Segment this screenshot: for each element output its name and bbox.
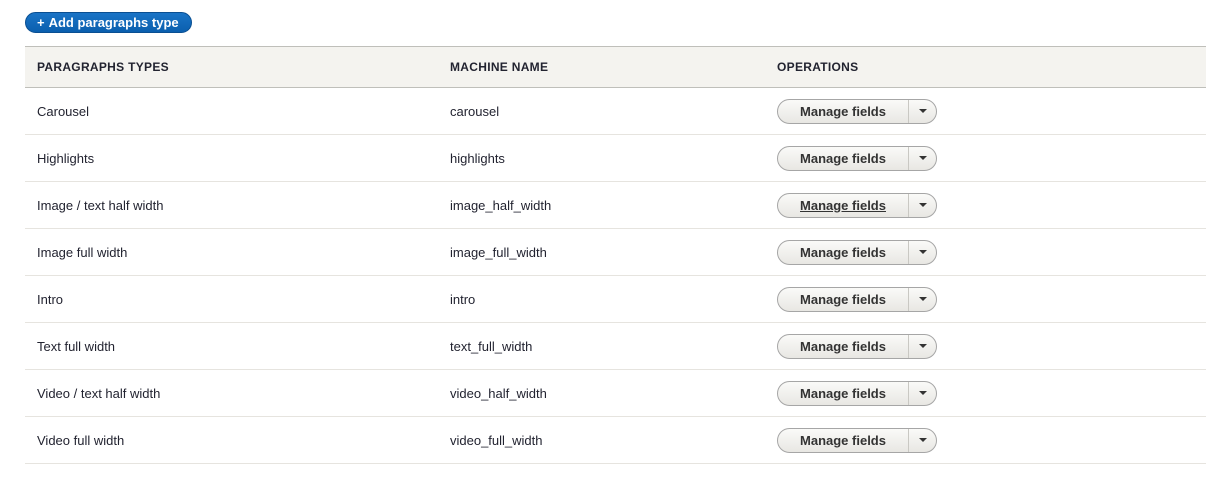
chevron-down-icon (918, 438, 927, 442)
paragraph-type-name: Image full width (25, 228, 438, 276)
chevron-down-icon (918, 109, 927, 113)
paragraph-type-name: Intro (25, 275, 438, 323)
operations-cell: Manage fields (765, 181, 1206, 229)
table-row: Intro intro Manage fields (25, 275, 1206, 323)
header-operations: OPERATIONS (765, 46, 1206, 88)
operations-dropbutton: Manage fields (777, 192, 937, 218)
machine-name: intro (438, 275, 765, 323)
machine-name: carousel (438, 87, 765, 135)
add-paragraphs-type-label: Add paragraphs type (48, 15, 179, 30)
machine-name: highlights (438, 134, 765, 182)
manage-fields-button[interactable]: Manage fields (778, 428, 909, 452)
operations-toggle[interactable] (909, 382, 936, 405)
header-machine-name: MACHINE NAME (438, 46, 765, 88)
table-row: Carousel carousel Manage fields (25, 87, 1206, 135)
operations-dropbutton: Manage fields (777, 380, 937, 406)
paragraph-type-name: Video / text half width (25, 369, 438, 417)
paragraph-type-name: Carousel (25, 87, 438, 135)
operations-toggle[interactable] (909, 335, 936, 358)
manage-fields-button[interactable]: Manage fields (778, 334, 909, 358)
paragraphs-types-page: + Add paragraphs type PARAGRAPHS TYPES M… (0, 0, 1223, 485)
manage-fields-button[interactable]: Manage fields (778, 193, 909, 217)
paragraph-type-name: Image / text half width (25, 181, 438, 229)
operations-cell: Manage fields (765, 228, 1206, 276)
chevron-down-icon (918, 297, 927, 301)
machine-name: text_full_width (438, 322, 765, 370)
operations-toggle[interactable] (909, 241, 936, 264)
plus-icon: + (37, 15, 45, 30)
paragraph-type-name: Text full width (25, 322, 438, 370)
operations-dropbutton: Manage fields (777, 98, 937, 124)
operations-dropbutton: Manage fields (777, 333, 937, 359)
chevron-down-icon (918, 156, 927, 160)
table-row: Image / text half width image_half_width… (25, 181, 1206, 229)
operations-dropbutton: Manage fields (777, 427, 937, 453)
paragraph-type-name: Video full width (25, 416, 438, 464)
operations-toggle[interactable] (909, 147, 936, 170)
operations-toggle[interactable] (909, 288, 936, 311)
table-header-row: PARAGRAPHS TYPES MACHINE NAME OPERATIONS (25, 46, 1206, 88)
manage-fields-button[interactable]: Manage fields (778, 99, 909, 123)
operations-cell: Manage fields (765, 416, 1206, 464)
chevron-down-icon (918, 250, 927, 254)
operations-cell: Manage fields (765, 134, 1206, 182)
operations-cell: Manage fields (765, 369, 1206, 417)
manage-fields-button[interactable]: Manage fields (778, 287, 909, 311)
manage-fields-button[interactable]: Manage fields (778, 146, 909, 170)
table-row: Text full width text_full_width Manage f… (25, 322, 1206, 370)
operations-toggle[interactable] (909, 100, 936, 123)
manage-fields-button[interactable]: Manage fields (778, 240, 909, 264)
machine-name: video_full_width (438, 416, 765, 464)
operations-dropbutton: Manage fields (777, 145, 937, 171)
paragraphs-types-table: PARAGRAPHS TYPES MACHINE NAME OPERATIONS… (25, 46, 1206, 464)
chevron-down-icon (918, 391, 927, 395)
table-row: Video / text half width video_half_width… (25, 369, 1206, 417)
machine-name: video_half_width (438, 369, 765, 417)
chevron-down-icon (918, 344, 927, 348)
table-row: Image full width image_full_width Manage… (25, 228, 1206, 276)
header-paragraphs-types: PARAGRAPHS TYPES (25, 46, 438, 88)
table-row: Highlights highlights Manage fields (25, 134, 1206, 182)
operations-cell: Manage fields (765, 322, 1206, 370)
operations-cell: Manage fields (765, 87, 1206, 135)
paragraph-type-name: Highlights (25, 134, 438, 182)
operations-dropbutton: Manage fields (777, 239, 937, 265)
machine-name: image_full_width (438, 228, 765, 276)
manage-fields-button[interactable]: Manage fields (778, 381, 909, 405)
operations-cell: Manage fields (765, 275, 1206, 323)
operations-dropbutton: Manage fields (777, 286, 937, 312)
operations-toggle[interactable] (909, 429, 936, 452)
operations-toggle[interactable] (909, 194, 936, 217)
add-paragraphs-type-button[interactable]: + Add paragraphs type (25, 12, 192, 33)
table-row: Video full width video_full_width Manage… (25, 416, 1206, 464)
chevron-down-icon (918, 203, 927, 207)
machine-name: image_half_width (438, 181, 765, 229)
